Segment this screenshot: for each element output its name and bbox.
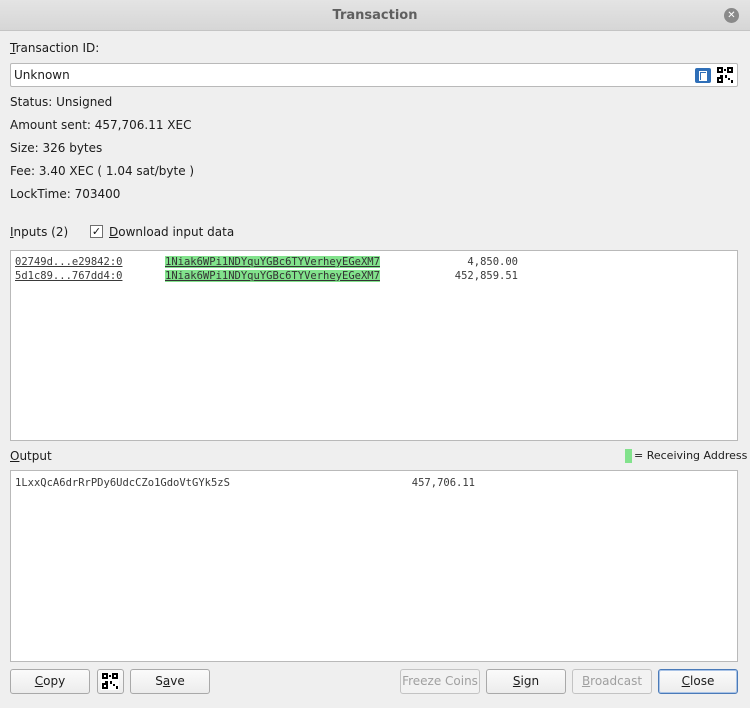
input-address[interactable]: 1Niak6WPi1NDYquYGBc6TYVerheyEGeXM7 [165, 270, 380, 282]
input-prevout[interactable]: 02749d...e29842:0 [15, 256, 122, 268]
freeze-coins-button[interactable]: Freeze Coins [400, 669, 480, 694]
title-bar: Transaction ✕ [0, 0, 750, 31]
inputs-label: Inputs (2) [10, 225, 69, 239]
close-button[interactable]: Close [658, 669, 738, 694]
input-amount: 452,859.51 [454, 270, 518, 282]
receiving-address-swatch [625, 449, 632, 463]
size-text: Size: 326 bytes [10, 141, 103, 155]
output-amount: 457,706.11 [411, 477, 475, 489]
sign-button[interactable]: Sign [486, 669, 566, 694]
save-button[interactable]: Save [130, 669, 210, 694]
input-prevout[interactable]: 5d1c89...767dd4:0 [15, 270, 122, 282]
qr-code-icon [101, 672, 119, 690]
txid-value: Unknown [14, 68, 70, 82]
amount-sent-text: Amount sent: 457,706.11 XEC [10, 118, 192, 132]
output-address[interactable]: 1LxxQcA6drRrPDy6UdcCZo1GdoVtGYk5zS [15, 477, 230, 489]
fee-text: Fee: 3.40 XEC ( 1.04 sat/byte ) [10, 164, 195, 178]
window-title: Transaction [332, 8, 418, 23]
input-address[interactable]: 1Niak6WPi1NDYquYGBc6TYVerheyEGeXM7 [165, 256, 380, 268]
input-amount: 4,850.00 [467, 256, 518, 268]
output-panel[interactable]: 1LxxQcA6drRrPDy6UdcCZo1GdoVtGYk5zS 457,7… [10, 470, 738, 662]
qr-code-icon[interactable] [716, 66, 734, 84]
txid-label: Transaction ID: [10, 41, 100, 55]
txid-field[interactable]: Unknown [10, 63, 738, 87]
output-label: Output [10, 449, 52, 463]
copy-button[interactable]: Copy [10, 669, 90, 694]
qr-code-button[interactable] [97, 669, 124, 694]
close-icon[interactable]: ✕ [724, 8, 739, 23]
receiving-address-legend: = Receiving Address [634, 449, 748, 462]
broadcast-button[interactable]: Broadcast [572, 669, 652, 694]
download-input-label[interactable]: Download input data [109, 225, 234, 239]
inputs-panel[interactable]: 02749d...e29842:0 1Niak6WPi1NDYquYGBc6TY… [10, 250, 738, 441]
locktime-text: LockTime: 703400 [10, 187, 121, 201]
copy-icon[interactable] [695, 68, 711, 83]
download-input-checkbox[interactable]: ✓ [90, 225, 103, 238]
status-text: Status: Unsigned [10, 95, 113, 109]
